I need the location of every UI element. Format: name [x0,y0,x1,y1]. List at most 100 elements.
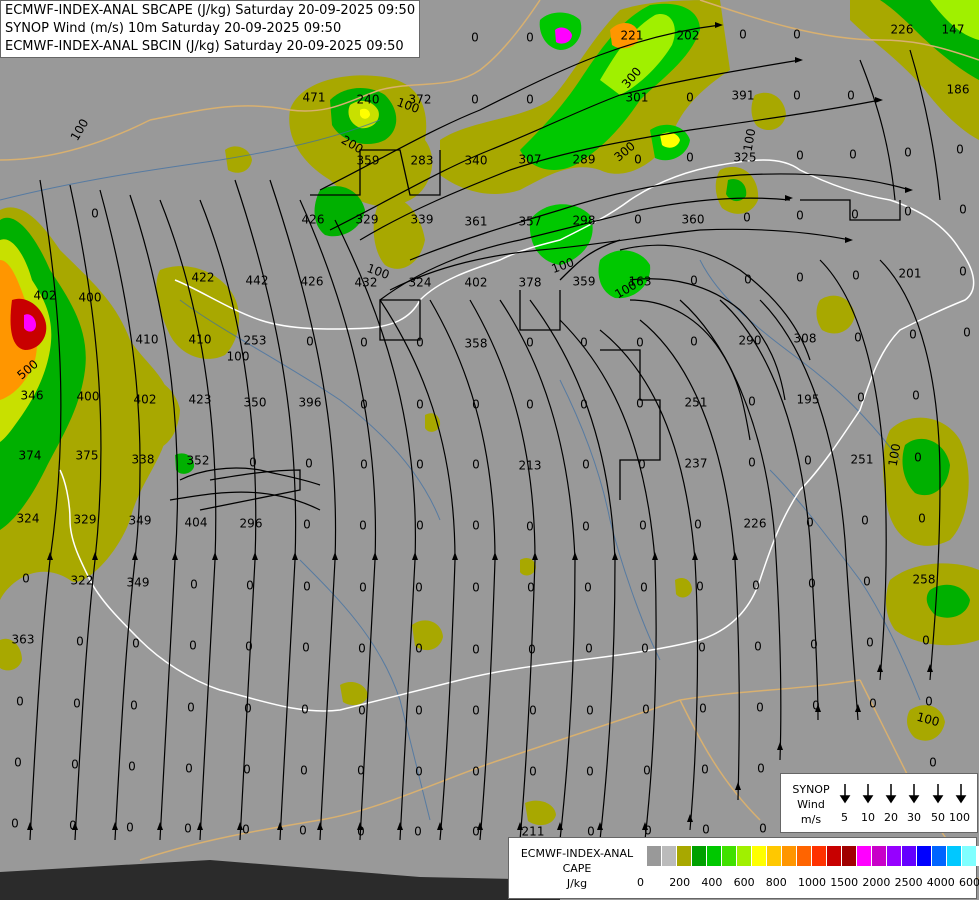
cape-value-label: 0 [804,454,812,468]
cape-value-label: 471 [303,91,326,105]
cape-value-label: 0 [472,398,480,412]
cape-value-label: 0 [185,762,193,776]
cape-value-label: 0 [187,701,195,715]
cape-color-swatch [812,846,827,866]
cape-value-label: 0 [130,699,138,713]
weather-map[interactable]: 0 0 221 202 0 0 226 147471 240 372 0 0 301 0 391 0 0 1863… [0,0,979,900]
cape-value-label: 258 [913,573,936,587]
cape-value-label: 0 [956,143,964,157]
cape-value-label: 290 [739,334,762,348]
cape-value-label: 0 [358,704,366,718]
cape-value-label: 352 [187,454,210,468]
cape-value-label: 0 [526,336,534,350]
cape-value-label: 0 [696,580,704,594]
cape-value-label: 0 [585,642,593,656]
cape-value-label: 0 [586,765,594,779]
cape-value-label: 0 [806,516,814,530]
cape-value-label: 0 [642,703,650,717]
cape-value-label: 0 [914,451,922,465]
cape-color-swatch [932,846,947,866]
synop-speed-5: 5 [841,811,848,824]
cape-value-label: 0 [303,518,311,532]
cape-value-label: 0 [752,579,760,593]
cape-value-label: 195 [797,393,820,407]
cape-value-label: 442 [246,274,269,288]
cape-value-label: 0 [184,822,192,836]
cape-value-label: 0 [582,520,590,534]
cape-value-label: 0 [636,397,644,411]
cape-value-label: 378 [519,276,542,290]
cape-tick-label: 2000 [862,876,891,889]
cape-value-label: 361 [465,215,488,229]
cape-value-label: 0 [847,89,855,103]
cape-value-label: 289 [573,153,596,167]
cape-color-swatch [947,846,962,866]
cape-value-label: 0 [869,697,877,711]
cape-value-label: 0 [359,519,367,533]
cape-value-label: 346 [21,389,44,403]
cape-value-label: 0 [306,335,314,349]
cape-value-label: 0 [358,642,366,656]
cape-value-label: 147 [942,23,965,37]
cape-value-label: 0 [416,398,424,412]
cape-value-label: 0 [528,643,536,657]
cape-value-label: 298 [573,214,596,228]
cape-value-label: 0 [959,265,967,279]
cape-value-label: 0 [126,821,134,835]
cape-value-label: 0 [644,824,652,838]
cape-value-label: 0 [918,512,926,526]
cape-value-label: 0 [471,93,479,107]
cape-value-label: 357 [519,215,542,229]
cape-value-label: 0 [634,153,642,167]
cape-value-label: 0 [756,701,764,715]
cape-value-label: 0 [303,580,311,594]
cape-tick-label: 200 [669,876,691,889]
cape-value-label: 0 [810,638,818,652]
cape-value-label: 0 [415,765,423,779]
cape-value-label: 0 [739,28,747,42]
cape-value-label: 0 [754,640,762,654]
cape-value-label: 0 [128,760,136,774]
cape-value-label: 251 [851,453,874,467]
cape-value-label: 0 [796,271,804,285]
cape-legend-title: ECMWF-INDEX-ANAL [520,847,634,860]
cape-value-label: 0 [360,336,368,350]
cape-value-label: 0 [686,151,694,165]
cape-color-swatch [827,846,842,866]
contour-value-label: 100 [227,350,250,364]
cape-value-label: 0 [852,269,860,283]
cape-value-label: 0 [357,825,365,839]
cape-value-label: 0 [414,825,422,839]
cape-color-swatch [752,846,767,866]
cape-value-label: 0 [912,389,920,403]
cape-value-label: 0 [527,581,535,595]
cape-value-label: 0 [91,207,99,221]
cape-value-label: 0 [415,581,423,595]
cape-value-label: 0 [300,764,308,778]
cape-value-label: 0 [641,642,649,656]
cape-color-swatch [707,846,722,866]
cape-value-label: 0 [189,639,197,653]
cape-value-label: 0 [132,637,140,651]
cape-value-label: 0 [638,458,646,472]
cape-value-label: 0 [526,31,534,45]
cape-value-label: 0 [246,579,254,593]
cape-value-label: 0 [686,91,694,105]
cape-value-label: 240 [357,93,380,107]
cape-tick-label: 6000 [959,876,979,889]
cape-color-swatch [722,846,737,866]
cape-color-swatch [962,846,977,866]
cape-value-label: 400 [77,390,100,404]
cape-tick-labels: 0 200 400 600 800 1000 1500200025004000 6000 [637,876,979,890]
cape-value-label: 0 [472,458,480,472]
cape-value-label: 0 [245,640,253,654]
cape-value-label: 0 [793,89,801,103]
cape-tick-label: 400 [701,876,723,889]
cape-value-label: 0 [640,581,648,595]
cape-value-label: 396 [299,396,322,410]
cape-value-label: 0 [643,764,651,778]
cape-value-label: 0 [748,395,756,409]
cape-value-label: 375 [76,449,99,463]
synop-wind-legend: SYNOP Wind m/s 5 10 20 30 50 100 [780,773,978,833]
cape-value-label: 0 [904,146,912,160]
